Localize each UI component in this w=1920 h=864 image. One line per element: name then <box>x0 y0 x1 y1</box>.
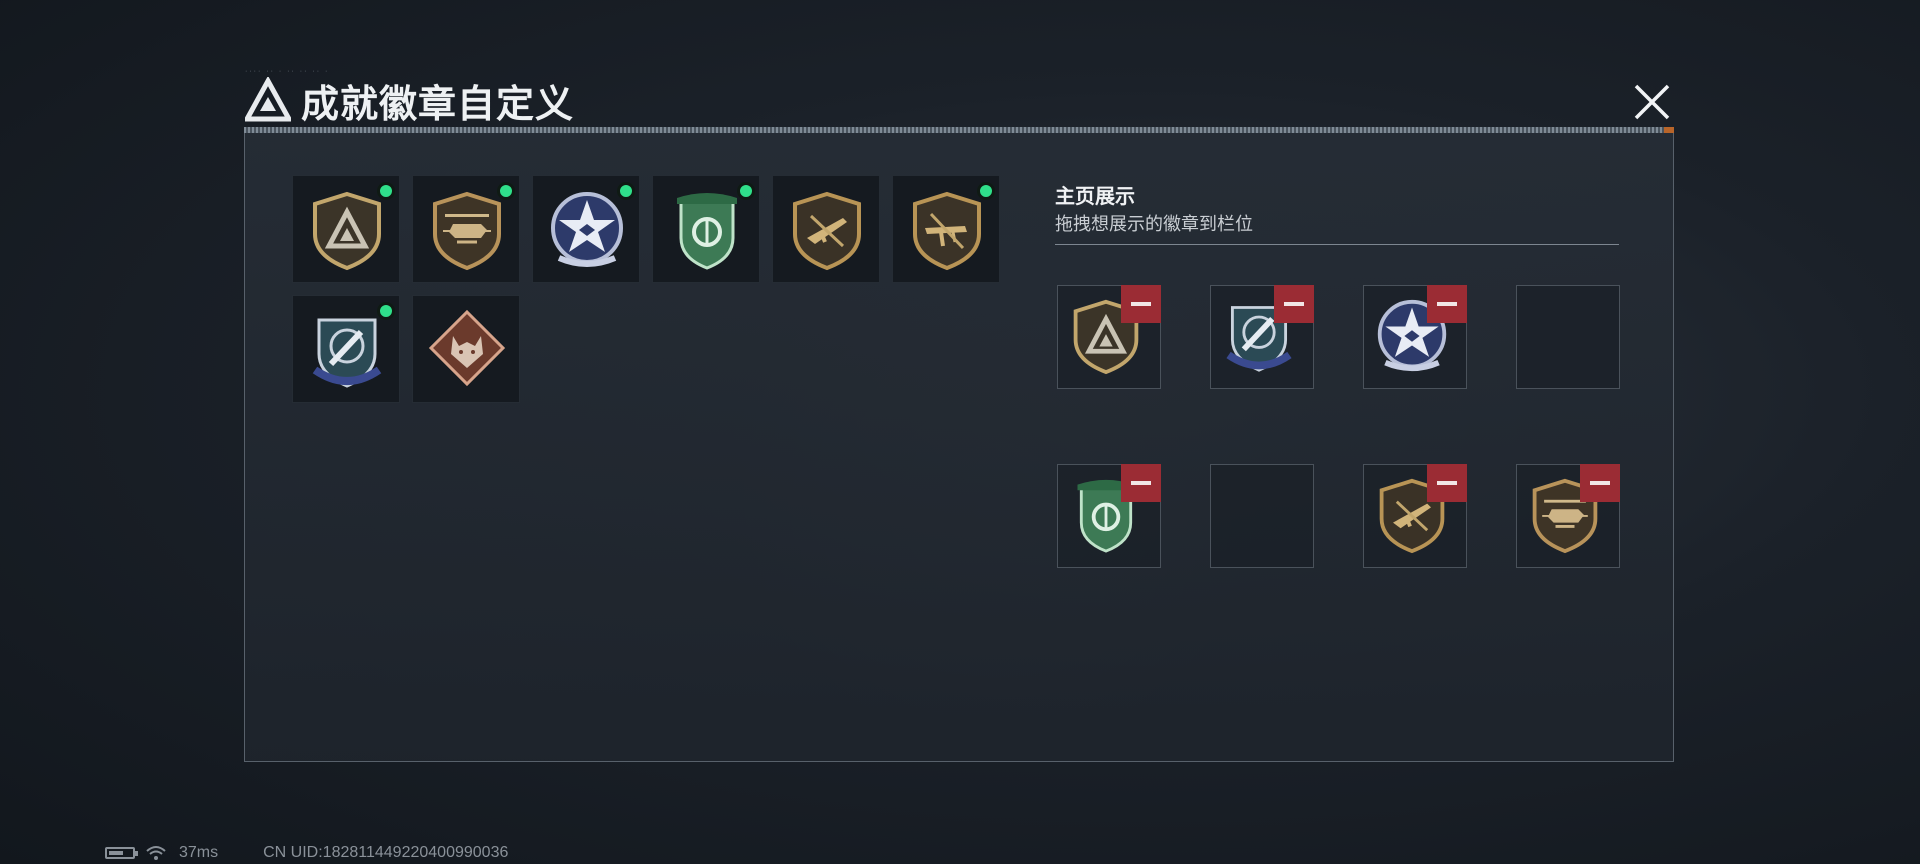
badge-cell[interactable] <box>652 175 760 283</box>
battery-icon <box>105 847 138 859</box>
title-bar: 成就徽章自定义 <box>245 72 1675 128</box>
new-indicator-dot <box>377 302 395 320</box>
showcase-slot[interactable] <box>1363 464 1467 568</box>
smg-badge-icon <box>913 191 981 271</box>
remove-badge-button[interactable] <box>1427 464 1467 502</box>
empty-showcase-slot[interactable] <box>1210 464 1314 568</box>
wifi-icon <box>146 846 166 860</box>
triangle-logo-icon <box>245 77 291 122</box>
new-indicator-dot <box>377 182 395 200</box>
new-indicator-dot <box>977 182 995 200</box>
new-indicator-dot <box>737 182 755 200</box>
badge-cell[interactable] <box>292 175 400 283</box>
remove-badge-button[interactable] <box>1580 464 1620 502</box>
showcase-divider <box>1055 244 1619 245</box>
showcase-title: 主页展示 <box>1055 186 1135 208</box>
missile-shield-badge-icon <box>312 318 382 388</box>
showcase-slot[interactable] <box>1516 464 1620 568</box>
remove-badge-button[interactable] <box>1427 285 1467 323</box>
close-icon[interactable] <box>1630 80 1674 124</box>
badge-cell[interactable] <box>892 175 1000 283</box>
badge-cell[interactable] <box>412 295 520 403</box>
remove-badge-button[interactable] <box>1121 285 1161 323</box>
status-bar: 37ms CN UID:1828114492204009900​36 <box>105 844 508 862</box>
showcase-subtitle: 拖拽想展示的徽章到栏位 <box>1055 214 1253 234</box>
showcase-slot[interactable] <box>1057 464 1161 568</box>
badge-cell[interactable] <box>412 175 520 283</box>
showcase-slot[interactable] <box>1057 285 1161 389</box>
badge-cell[interactable] <box>772 175 880 283</box>
remove-badge-button[interactable] <box>1274 285 1314 323</box>
panel-top-border <box>244 127 1674 133</box>
badge-cell[interactable] <box>532 175 640 283</box>
rifle-badge-icon <box>793 191 861 271</box>
page-title: 成就徽章自定义 <box>301 83 575 126</box>
green-shield-badge-icon <box>677 193 737 270</box>
uid-text: CN UID:1828114492204009900​36 <box>263 844 509 861</box>
showcase-slot[interactable] <box>1363 285 1467 389</box>
new-indicator-dot <box>497 182 515 200</box>
empty-showcase-slot[interactable] <box>1516 285 1620 389</box>
badge-cell[interactable] <box>292 295 400 403</box>
showcase-slot[interactable] <box>1210 285 1314 389</box>
remove-badge-button[interactable] <box>1121 464 1161 502</box>
ping-text: 37ms <box>179 844 219 861</box>
new-indicator-dot <box>617 182 635 200</box>
navy-star-badge-icon <box>551 192 623 267</box>
helicopter-badge-icon <box>433 191 501 271</box>
wolf-diamond-badge-icon <box>428 309 506 387</box>
triangle-shield-badge-icon <box>313 191 381 271</box>
